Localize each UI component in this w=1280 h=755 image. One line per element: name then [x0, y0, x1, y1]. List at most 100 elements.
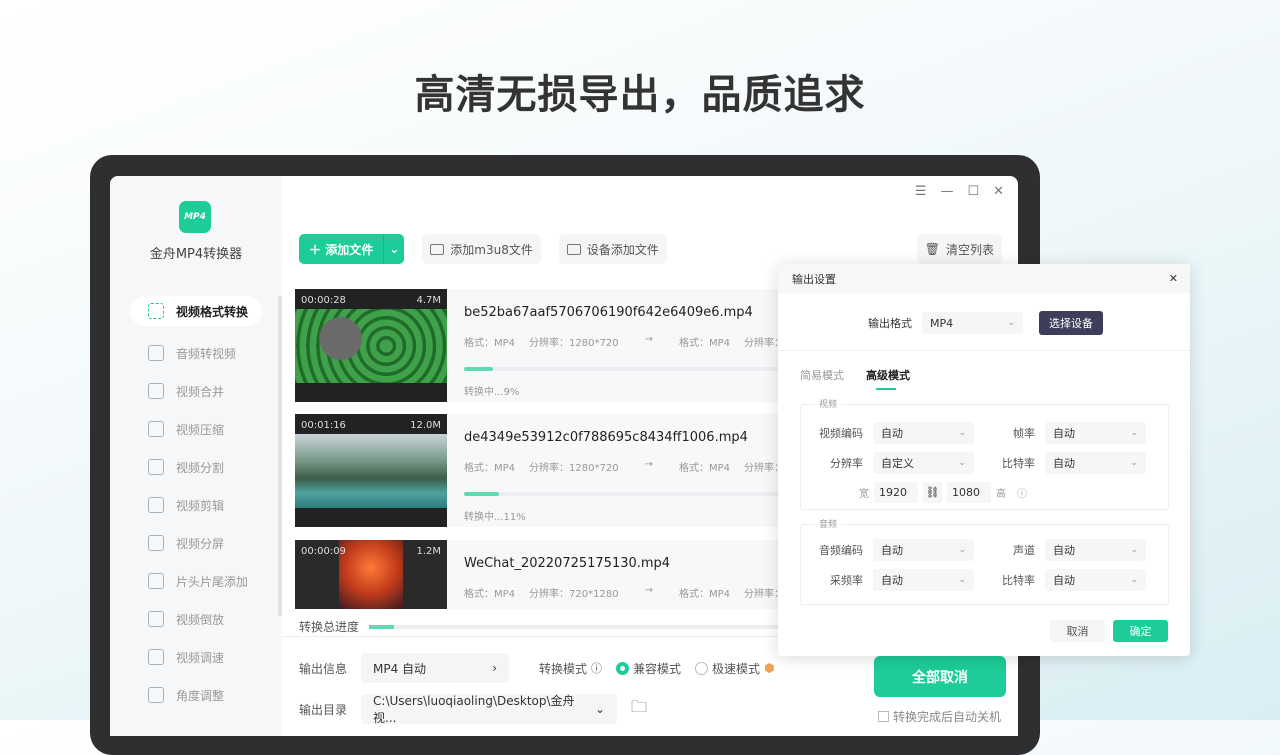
- target-format: 格式：MP4: [679, 459, 730, 474]
- source-resolution: 分辨率：1280*720: [529, 334, 619, 349]
- fast-mode-radio[interactable]: 极速模式 ⬢: [695, 660, 775, 677]
- sidebar-item-edit[interactable]: 视频剪辑: [130, 486, 262, 524]
- output-info-select[interactable]: MP4 自动›: [361, 653, 509, 683]
- compat-mode-label: 兼容模式: [633, 660, 681, 677]
- app-logo: MP4: [179, 201, 211, 233]
- select-device-button[interactable]: 选择设备: [1039, 311, 1103, 335]
- output-dir-value: C:\Users\luoqiaoling\Desktop\金舟视...: [373, 692, 595, 726]
- duration: 00:00:09: [301, 546, 346, 557]
- sidebar-item-intro-outro[interactable]: 片头片尾添加: [130, 562, 262, 600]
- chevron-right-icon: ›: [492, 661, 497, 675]
- select-value: 自动: [881, 425, 903, 441]
- window-controls: ☰ — ☐ ✕: [915, 184, 1004, 199]
- sidebar-item-compress[interactable]: 视频压缩: [130, 410, 262, 448]
- add-file-label: 添加文件: [325, 243, 373, 257]
- chevron-down-icon: ⌄: [958, 428, 966, 438]
- target-format: 格式：MP4: [679, 334, 730, 349]
- sample-rate-select[interactable]: 自动⌄: [873, 569, 974, 591]
- channel-select[interactable]: 自动⌄: [1045, 539, 1146, 561]
- source-format: 格式：MP4: [464, 459, 515, 474]
- chevron-down-icon: ⌄: [1130, 458, 1138, 468]
- sidebar-item-label: 视频调速: [176, 649, 224, 666]
- sidebar-item-label: 视频剪辑: [176, 497, 224, 514]
- output-format-value: MP4: [930, 317, 953, 330]
- sidebar-scrollbar[interactable]: [278, 296, 282, 616]
- select-value: 自动: [881, 572, 903, 588]
- dialog-title: 输出设置: [792, 271, 836, 287]
- select-value: 自动: [1053, 572, 1075, 588]
- output-settings-dialog: 输出设置✕ 输出格式 MP4⌄ 选择设备 简易模式高级模式 视频 视频编码自动⌄…: [778, 264, 1190, 656]
- sidebar-item-split[interactable]: 视频分割: [130, 448, 262, 486]
- film-icon: [148, 573, 164, 589]
- close-icon[interactable]: ✕: [993, 184, 1004, 199]
- total-progress-label: 转换总进度: [299, 618, 359, 635]
- channel-label: 声道: [973, 542, 1035, 558]
- video-codec-select[interactable]: 自动 ⌄: [873, 422, 974, 444]
- file-name: WeChat_20220725175130.mp4: [464, 556, 785, 571]
- link-ratio-icon[interactable]: ⛓: [923, 482, 942, 503]
- maximize-icon[interactable]: ☐: [967, 184, 979, 199]
- duration: 00:01:16: [301, 420, 346, 431]
- tab-simple-mode[interactable]: 简易模式: [800, 367, 844, 383]
- dialog-cancel-button[interactable]: 取消: [1050, 620, 1105, 642]
- compat-mode-radio[interactable]: 兼容模式: [616, 660, 681, 677]
- auto-shutdown-checkbox[interactable]: 转换完成后自动关机: [878, 708, 1001, 725]
- chevron-down-icon: ⌄: [958, 458, 966, 468]
- vip-badge-icon: ⬢: [764, 661, 774, 675]
- height-input[interactable]: 1080: [947, 482, 991, 503]
- output-format-select[interactable]: MP4 ⌄: [922, 312, 1023, 334]
- resolution-select[interactable]: 自定义⌄: [873, 452, 974, 474]
- menu-icon[interactable]: ☰: [915, 184, 927, 199]
- height-label: 高: [996, 485, 1006, 500]
- sidebar-item-rotate[interactable]: 角度调整: [130, 676, 262, 714]
- sidebar-item-merge[interactable]: 视频合并: [130, 372, 262, 410]
- file-item[interactable]: 00:01:1612.0M de4349e53912c0f788695c8434…: [295, 414, 785, 527]
- video-thumbnail: 00:00:284.7M: [295, 289, 447, 402]
- scissors-icon: [148, 497, 164, 513]
- sidebar-item-splitscreen[interactable]: 视频分屏: [130, 524, 262, 562]
- reverse-icon: [148, 611, 164, 627]
- file-size: 12.0M: [410, 420, 441, 431]
- total-progress: 转换总进度: [299, 618, 789, 635]
- audio-video-icon: [148, 345, 164, 361]
- device-add-button[interactable]: 设备添加文件: [559, 234, 667, 264]
- audio-bitrate-select[interactable]: 自动⌄: [1045, 569, 1146, 591]
- sidebar-item-speed[interactable]: 视频调速: [130, 638, 262, 676]
- sidebar-item-reverse[interactable]: 视频倒放: [130, 600, 262, 638]
- audio-group-label: 音频: [815, 517, 841, 530]
- folder-icon[interactable]: 🗀: [631, 696, 647, 723]
- add-file-button[interactable]: ＋ 添加文件 ⌄: [299, 234, 404, 264]
- sidebar-item-label: 音频转视频: [176, 345, 236, 362]
- cancel-all-button[interactable]: 全部取消: [874, 656, 1006, 697]
- convert-mode-label: 转换模式: [539, 660, 587, 677]
- video-bitrate-label: 比特率: [973, 455, 1035, 471]
- audio-codec-label: 音频编码: [801, 542, 863, 558]
- file-name: be52ba67aaf5706706190f642e6409e6.mp4: [464, 305, 785, 320]
- file-item[interactable]: 00:00:091.2M WeChat_20220725175130.mp4 格…: [295, 540, 785, 609]
- close-icon[interactable]: ✕: [1169, 272, 1178, 285]
- plus-icon: ＋: [309, 243, 325, 257]
- file-item[interactable]: 00:00:284.7M be52ba67aaf5706706190f642e6…: [295, 289, 785, 402]
- sidebar-item-label: 片头片尾添加: [176, 573, 248, 590]
- output-info-label: 输出信息: [299, 660, 347, 677]
- chevron-down-icon[interactable]: ⌄: [383, 234, 404, 264]
- convert-icon: [148, 303, 164, 319]
- tab-advanced-mode[interactable]: 高级模式: [866, 367, 910, 383]
- add-m3u8-button[interactable]: 添加m3u8文件: [422, 234, 541, 264]
- fast-mode-label: 极速模式: [712, 660, 760, 677]
- dialog-ok-button[interactable]: 确定: [1113, 620, 1168, 642]
- fps-select[interactable]: 自动⌄: [1045, 422, 1146, 444]
- chevron-down-icon: ⌄: [1007, 318, 1015, 328]
- sidebar-item-audio-to-video[interactable]: 音频转视频: [130, 334, 262, 372]
- clear-list-button[interactable]: 🗑清空列表: [917, 234, 1002, 264]
- headline: 高清无损导出，品质追求: [0, 62, 1280, 120]
- chevron-down-icon: ⌄: [1130, 545, 1138, 555]
- sidebar-item-format-convert[interactable]: 视频格式转换: [130, 296, 262, 326]
- minimize-icon[interactable]: —: [940, 184, 953, 199]
- width-input[interactable]: 1920: [874, 482, 918, 503]
- sidebar-item-label: 角度调整: [176, 687, 224, 704]
- audio-codec-select[interactable]: 自动⌄: [873, 539, 974, 561]
- video-bitrate-select[interactable]: 自动⌄: [1045, 452, 1146, 474]
- play-icon: [430, 244, 444, 255]
- radio-checked-icon: [616, 662, 629, 675]
